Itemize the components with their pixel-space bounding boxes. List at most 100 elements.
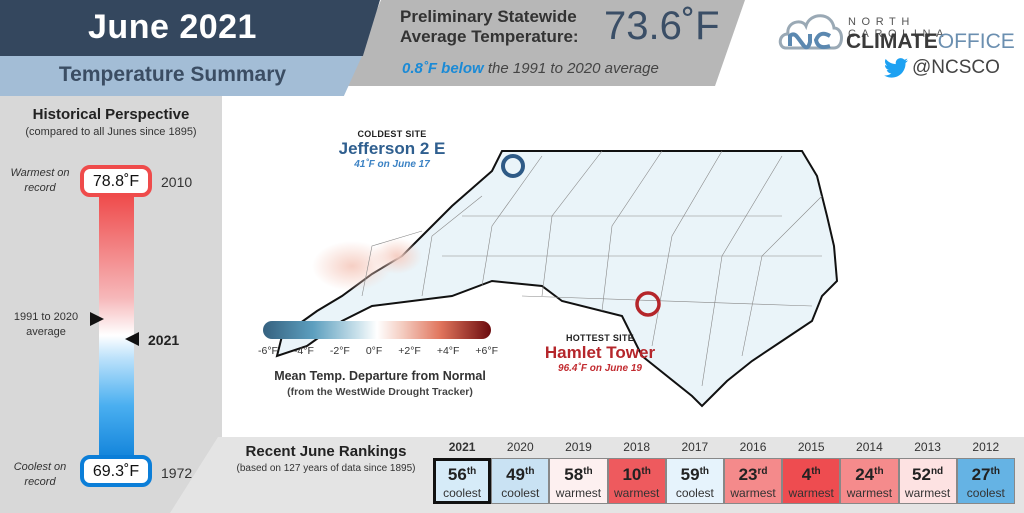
average-label-line2: average — [26, 326, 66, 338]
ranking-suffix: th — [699, 466, 710, 477]
ranking-year: 2015 — [797, 440, 825, 454]
warmest-year: 2010 — [161, 174, 193, 190]
ranking-number: 56th — [436, 462, 488, 485]
ranking-value: 23 — [738, 465, 758, 484]
coolest-value-box: 69.3˚F — [80, 455, 152, 487]
departure-note: 0.8˚F below the 1991 to 2020 average — [402, 60, 659, 77]
ranking-value: 59 — [680, 465, 700, 484]
ranking-number: 27th — [958, 462, 1014, 485]
ranking-cell: 27th coolest — [956, 458, 1015, 504]
ranking-suffix: rd — [757, 466, 768, 477]
logo-climate: CLIMATE — [846, 30, 938, 53]
ranking-cell: 24th warmest — [840, 458, 899, 504]
ranking-item: 2014 24th warmest — [840, 439, 899, 504]
ranking-suffix: th — [811, 466, 821, 477]
logo-line2: CLIMATEOFFICE — [846, 30, 1015, 54]
current-year-label: 2021 — [148, 332, 180, 348]
legend-tick: +2°F — [398, 345, 421, 357]
warmest-value-box: 78.8˚F — [80, 165, 152, 197]
ranking-year: 2012 — [972, 440, 1000, 454]
ranking-year: 2017 — [681, 440, 709, 454]
ranking-word: coolest — [443, 486, 482, 500]
ranking-cell: 4th warmest — [782, 458, 841, 504]
legend-tick: -4°F — [293, 345, 314, 357]
ranking-year: 2014 — [856, 440, 883, 454]
average-marker-arrow-icon — [90, 312, 104, 326]
ranking-word: warmest — [555, 486, 602, 500]
ranking-cell: 56th coolest — [433, 458, 492, 504]
ranking-item: 2020 49th coolest — [491, 439, 550, 504]
ranking-item: 2021 56th coolest — [433, 439, 492, 504]
ranking-suffix: th — [525, 466, 535, 477]
legend-color-bar — [263, 321, 491, 339]
coldest-site-kicker: COLDEST SITE — [357, 129, 427, 139]
ranking-suffix: th — [641, 466, 651, 477]
ranking-suffix: nd — [930, 466, 944, 477]
ranking-number: 23rd — [725, 462, 781, 485]
ranking-number: 52nd — [900, 462, 956, 485]
statewide-average-label: Preliminary Statewide Average Temperatur… — [400, 7, 590, 47]
ranking-word: warmest — [904, 486, 951, 500]
rankings-subtitle: (based on 127 years of data since 1895) — [236, 463, 416, 474]
hottest-site-note: 96.4˚F on June 19 — [558, 363, 642, 374]
ranking-number: 59th — [667, 462, 723, 485]
legend-tick: 0°F — [365, 345, 383, 357]
departure-rest: the 1991 to 2020 average — [483, 60, 659, 77]
legend-ticks: -6°F -4°F -2°F 0°F +2°F +4°F +6°F — [258, 345, 498, 357]
rankings-title: Recent June Rankings — [245, 443, 407, 460]
ranking-number: 24th — [841, 462, 897, 485]
legend-subtitle: (from the WestWide Drought Tracker) — [287, 386, 473, 398]
legend-tick: -2°F — [329, 345, 350, 357]
ranking-value: 56 — [447, 465, 467, 484]
ranking-word: warmest — [788, 486, 834, 500]
ranking-cell: 10th warmest — [607, 458, 666, 504]
ranking-item: 2017 59th coolest — [665, 439, 724, 504]
hottest-site-kicker: HOTTEST SITE — [565, 333, 635, 343]
ranking-suffix: th — [874, 466, 884, 477]
ranking-year: 2016 — [739, 440, 767, 454]
page-subtitle: Temperature Summary — [58, 63, 287, 86]
ranking-cell: 59th coolest — [665, 458, 724, 504]
coldest-site-note: 41˚F on June 17 — [354, 159, 430, 170]
ranking-value: 24 — [855, 465, 875, 484]
legend-title: Mean Temp. Departure from Normal — [274, 369, 486, 383]
twitter-handle: @NCSCO — [912, 57, 1000, 78]
hottest-site-name: Hamlet Tower — [544, 343, 656, 362]
thermometer-bar — [99, 195, 134, 465]
historical-title: Historical Perspective — [32, 106, 190, 123]
ranking-year: 2021 — [448, 440, 476, 454]
ranking-item: 2018 10th warmest — [607, 439, 666, 504]
twitter-bird-icon — [884, 58, 908, 78]
warmest-label: Warmest on record — [10, 167, 70, 194]
ranking-item: 2016 23rd warmest — [723, 439, 783, 504]
ranking-number: 49th — [492, 462, 548, 485]
ranking-word: coolest — [966, 486, 1005, 500]
ranking-number: 4th — [783, 462, 839, 485]
ranking-value: 4 — [801, 465, 812, 484]
ranking-word: warmest — [613, 486, 660, 500]
ranking-suffix: th — [990, 466, 1000, 477]
ranking-year: 2020 — [506, 440, 534, 454]
rankings-row: 2021 56th coolest 2020 49th coolest 2019 58th wa… — [433, 439, 1015, 504]
ranking-cell: 49th coolest — [491, 458, 550, 504]
ranking-item: 2015 4th warmest — [782, 439, 841, 504]
ranking-suffix: th — [583, 466, 593, 477]
page-title: June 2021 — [88, 8, 257, 46]
ranking-item: 2013 52nd warmest — [898, 439, 957, 504]
coolest-year: 1972 — [161, 465, 193, 481]
ranking-cell: 23rd warmest — [723, 458, 783, 504]
ranking-item: 2012 27th coolest — [956, 439, 1015, 504]
ranking-year: 2019 — [565, 440, 592, 454]
coldest-site-name: Jefferson 2 E — [338, 139, 446, 158]
ranking-word: coolest — [675, 486, 714, 500]
ranking-value: 52 — [912, 465, 931, 484]
cloud-nc-logo-icon — [778, 14, 843, 50]
legend-tick: +6°F — [475, 345, 498, 357]
average-label: 1991 to 2020 average — [2, 310, 90, 340]
ranking-number: 58th — [550, 462, 606, 485]
ranking-year: 2018 — [623, 440, 650, 454]
coldest-site-caption: COLDEST SITE Jefferson 2 E 41˚F on June … — [336, 129, 448, 170]
ranking-cell: 58th warmest — [549, 458, 608, 504]
legend-tick: -6°F — [258, 345, 278, 357]
ranking-value: 58 — [564, 465, 584, 484]
